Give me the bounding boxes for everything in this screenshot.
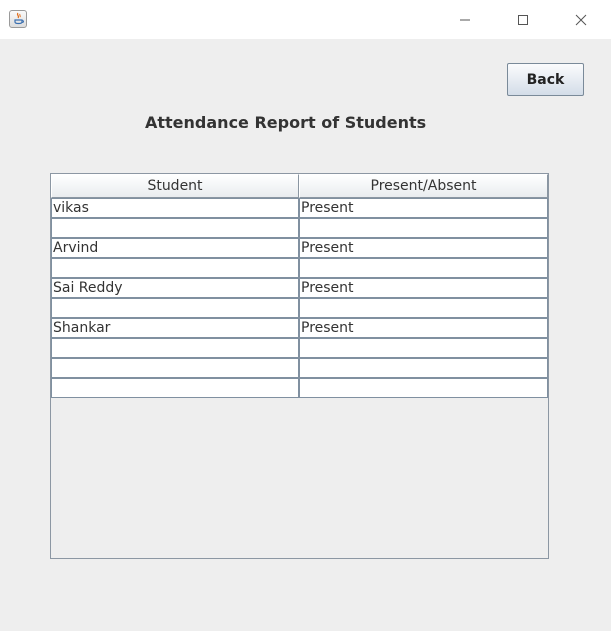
page-title: Attendance Report of Students <box>145 113 427 132</box>
status-cell[interactable] <box>299 338 548 358</box>
column-header-present-absent[interactable]: Present/Absent <box>299 174 548 198</box>
minimize-button[interactable] <box>436 0 494 39</box>
maximize-button[interactable] <box>494 0 552 39</box>
student-cell[interactable] <box>51 218 299 238</box>
table-row[interactable] <box>51 358 548 378</box>
table-body: vikas Present Arvind Present Sai Reddy P… <box>51 198 548 398</box>
table-row[interactable]: Arvind Present <box>51 238 548 258</box>
status-cell[interactable]: Present <box>299 278 548 298</box>
status-cell[interactable] <box>299 218 548 238</box>
status-cell[interactable] <box>299 378 548 398</box>
back-button[interactable]: Back <box>507 63 584 96</box>
status-cell[interactable]: Present <box>299 318 548 338</box>
student-cell[interactable]: vikas <box>51 198 299 218</box>
status-cell[interactable]: Present <box>299 198 548 218</box>
student-cell[interactable]: Sai Reddy <box>51 278 299 298</box>
table-row[interactable]: Shankar Present <box>51 318 548 338</box>
table-row[interactable] <box>51 338 548 358</box>
column-header-student[interactable]: Student <box>51 174 299 198</box>
student-cell[interactable] <box>51 338 299 358</box>
table-row[interactable] <box>51 258 548 278</box>
close-icon <box>575 14 587 25</box>
status-cell[interactable] <box>299 258 548 278</box>
student-cell[interactable] <box>51 378 299 398</box>
student-cell[interactable]: Shankar <box>51 318 299 338</box>
maximize-icon <box>518 14 528 25</box>
attendance-table: Student Present/Absent vikas Present Arv… <box>50 173 549 559</box>
table-row[interactable]: Sai Reddy Present <box>51 278 548 298</box>
table-row[interactable] <box>51 378 548 398</box>
student-cell[interactable] <box>51 358 299 378</box>
table-row[interactable]: vikas Present <box>51 198 548 218</box>
student-cell[interactable] <box>51 258 299 278</box>
student-cell[interactable]: Arvind <box>51 238 299 258</box>
student-cell[interactable] <box>51 298 299 318</box>
table-row[interactable] <box>51 218 548 238</box>
java-app-icon <box>9 10 27 28</box>
status-cell[interactable] <box>299 358 548 378</box>
minimize-icon <box>460 19 470 20</box>
close-button[interactable] <box>552 0 610 39</box>
table-row[interactable] <box>51 298 548 318</box>
title-bar <box>0 0 611 39</box>
status-cell[interactable]: Present <box>299 238 548 258</box>
status-cell[interactable] <box>299 298 548 318</box>
